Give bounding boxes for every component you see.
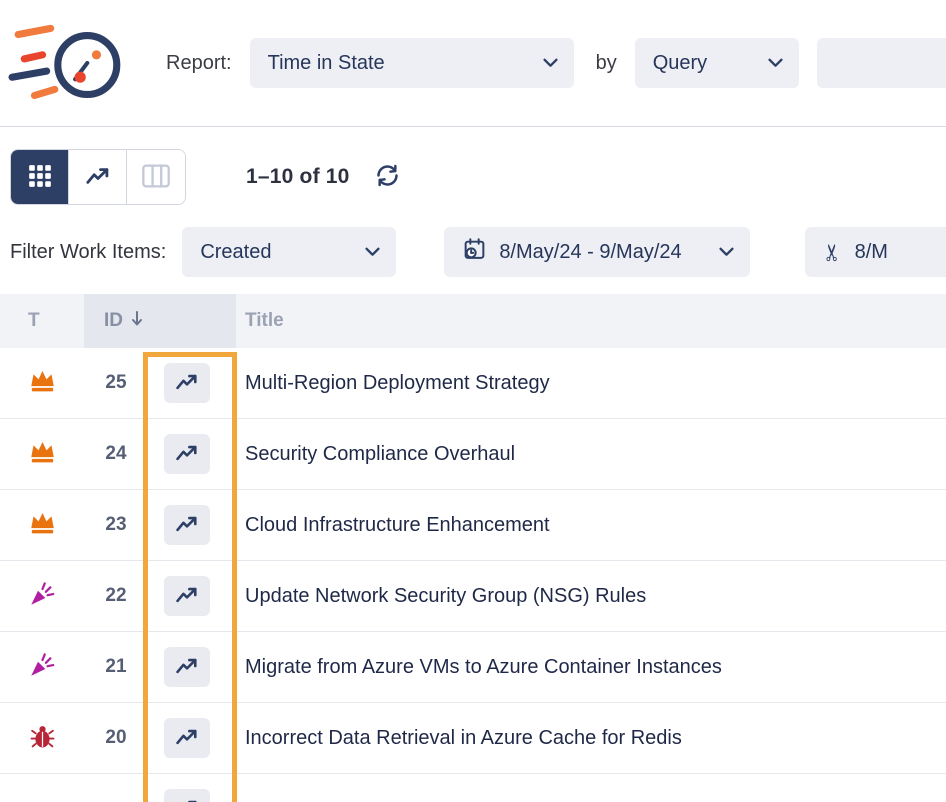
- work-item-id: 22: [84, 585, 148, 607]
- work-item-id: 25: [84, 372, 148, 394]
- table-row: 25 Multi-Region Deployment Strategy: [0, 348, 946, 419]
- filter-field-value: Created: [200, 241, 271, 264]
- work-item-title[interactable]: Cloud Infrastructure Enhancement: [236, 514, 946, 537]
- group-by-value: Query: [653, 52, 707, 75]
- open-chart-button[interactable]: [164, 363, 210, 403]
- sprint-filter-value: 8/M: [855, 241, 888, 264]
- view-toggle-group: [10, 149, 186, 205]
- chart-view-button[interactable]: [69, 150, 127, 204]
- report-header: Report: Time in State by Query: [0, 0, 946, 127]
- result-count: 1–10 of 10: [246, 165, 350, 189]
- work-item-id: 21: [84, 656, 148, 678]
- trend-chart-icon: [174, 795, 200, 802]
- work-item-title[interactable]: Migrate from Azure VMs to Azure Containe…: [236, 656, 946, 679]
- open-chart-button[interactable]: [164, 789, 210, 802]
- work-item-title[interactable]: Update Network Security Group (NSG) Rule…: [236, 585, 946, 608]
- epic-icon: [29, 510, 56, 540]
- report-scope-select[interactable]: [817, 38, 946, 88]
- trend-chart-icon: [174, 582, 200, 611]
- epic-icon: [29, 368, 56, 398]
- chevron-down-icon: [365, 247, 380, 257]
- trend-chart-icon: [174, 653, 200, 682]
- chevron-down-icon: [543, 58, 558, 68]
- work-item-id: 23: [84, 514, 148, 536]
- refresh-button[interactable]: [374, 162, 401, 192]
- open-chart-button[interactable]: [164, 718, 210, 758]
- sort-descending-icon: [130, 310, 144, 333]
- date-range-select[interactable]: 8/May/24 - 9/May/24: [444, 227, 750, 277]
- work-item-id: 20: [84, 727, 148, 749]
- calendar-clock-icon: [462, 237, 487, 268]
- work-item-title[interactable]: Incorrect Data Retrieval in Azure Cache …: [236, 727, 946, 750]
- open-chart-button[interactable]: [164, 434, 210, 474]
- trend-chart-icon: [174, 369, 200, 398]
- column-header-title[interactable]: Title: [236, 294, 946, 348]
- table-row: 24 Security Compliance Overhaul: [0, 419, 946, 490]
- sprint-filter-select[interactable]: ✂ 8/M: [805, 227, 946, 277]
- grid-view-button[interactable]: [11, 150, 69, 204]
- chevron-down-icon: [719, 247, 734, 257]
- open-chart-button[interactable]: [164, 647, 210, 687]
- feature-icon: [29, 580, 56, 612]
- column-header-id[interactable]: ID: [84, 294, 236, 348]
- filter-label: Filter Work Items:: [10, 241, 166, 264]
- trend-chart-icon: [174, 511, 200, 540]
- board-icon: [141, 163, 171, 192]
- column-header-id-label: ID: [104, 310, 123, 332]
- partial-icon: [29, 794, 56, 802]
- view-toolbar: 1–10 of 10: [10, 149, 946, 205]
- column-header-type[interactable]: T: [0, 294, 84, 348]
- table-row: 20 Incorrect Data Retrieval in Azure Cac…: [0, 703, 946, 774]
- open-chart-button[interactable]: [164, 576, 210, 616]
- table-header-row: T ID Title: [0, 294, 946, 348]
- work-item-title[interactable]: Security Compliance Overhaul: [236, 443, 946, 466]
- table-body: 25 Multi-Region Deployment Strategy 24 S…: [0, 348, 946, 802]
- epic-icon: [29, 439, 56, 469]
- table-row: [0, 774, 946, 802]
- date-range-value: 8/May/24 - 9/May/24: [499, 241, 681, 264]
- table-row: 23 Cloud Infrastructure Enhancement: [0, 490, 946, 561]
- report-type-value: Time in State: [268, 52, 385, 75]
- work-items-table: T ID Title 25 Multi-Region Deployment St…: [0, 294, 946, 802]
- chevron-down-icon: [768, 58, 783, 68]
- app-logo-icon: [8, 14, 130, 116]
- table-row: 22 Update Network Security Group (NSG) R…: [0, 561, 946, 632]
- trend-chart-icon: [174, 724, 200, 753]
- work-item-title[interactable]: Multi-Region Deployment Strategy: [236, 372, 946, 395]
- group-by-select[interactable]: Query: [635, 38, 799, 88]
- report-type-select[interactable]: Time in State: [250, 38, 574, 88]
- filter-bar: Filter Work Items: Created 8/May/24 - 9/…: [10, 227, 946, 277]
- trend-chart-icon: [174, 440, 200, 469]
- bug-icon: [30, 723, 55, 754]
- board-view-button[interactable]: [127, 150, 185, 204]
- trend-chart-icon: [84, 162, 112, 193]
- report-label: Report:: [166, 52, 232, 75]
- work-item-id: 24: [84, 443, 148, 465]
- scissors-icon: ✂: [819, 242, 846, 261]
- feature-icon: [29, 651, 56, 683]
- filter-field-select[interactable]: Created: [182, 227, 396, 277]
- by-label: by: [596, 52, 617, 75]
- open-chart-button[interactable]: [164, 505, 210, 545]
- table-row: 21 Migrate from Azure VMs to Azure Conta…: [0, 632, 946, 703]
- grid-icon: [27, 163, 53, 192]
- refresh-icon: [374, 162, 401, 192]
